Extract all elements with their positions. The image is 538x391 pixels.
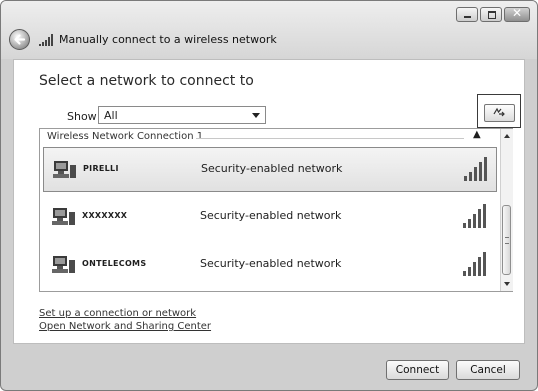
chevron-down-icon xyxy=(252,113,260,118)
network-name: PIRELLI xyxy=(83,164,119,173)
back-button[interactable] xyxy=(9,29,30,50)
content-panel: Select a network to connect to Show All … xyxy=(13,59,525,344)
group-divider xyxy=(196,138,464,139)
signal-strength-icon xyxy=(463,204,486,228)
wireless-signal-icon xyxy=(39,34,53,46)
scroll-thumb[interactable] xyxy=(502,205,511,275)
title-bar: ✕ Manually connect to a wireless network xyxy=(1,1,537,59)
scroll-up-icon[interactable] xyxy=(504,134,510,138)
setup-connection-link[interactable]: Set up a connection or network xyxy=(39,308,196,319)
window-title: Manually connect to a wireless network xyxy=(59,33,277,46)
network-name: ONTELECOMS xyxy=(82,259,147,268)
window-controls: ✕ xyxy=(456,6,530,22)
close-icon: ✕ xyxy=(511,6,523,20)
network-security: Security-enabled network xyxy=(200,257,342,270)
maximize-icon xyxy=(488,11,496,19)
connect-button[interactable]: Connect xyxy=(386,360,449,380)
back-arrow-icon xyxy=(14,34,26,45)
refresh-highlight xyxy=(477,94,521,128)
signal-strength-icon xyxy=(464,157,487,181)
show-label: Show xyxy=(67,110,97,123)
sharing-center-link[interactable]: Open Network and Sharing Center xyxy=(39,321,211,332)
network-item-xxxxxxx[interactable]: XXXXXXX Security-enabled network xyxy=(43,195,497,240)
show-filter-value: All xyxy=(104,109,118,122)
minimize-icon xyxy=(464,16,471,18)
network-computer-icon xyxy=(52,256,75,273)
close-button[interactable]: ✕ xyxy=(504,6,530,22)
network-computer-icon xyxy=(52,208,75,225)
network-name: XXXXXXX xyxy=(82,211,128,220)
signal-strength-icon xyxy=(463,252,486,276)
maximize-button[interactable] xyxy=(480,7,502,22)
collapse-group-button[interactable]: ▲ xyxy=(473,129,481,140)
network-computer-icon xyxy=(53,161,76,178)
network-security: Security-enabled network xyxy=(201,162,343,175)
group-header: Wireless Network Connection 1 xyxy=(47,131,204,142)
wireless-connect-dialog: ✕ Manually connect to a wireless network… xyxy=(0,0,538,391)
list-scrollbar[interactable] xyxy=(500,129,513,291)
refresh-button[interactable] xyxy=(484,104,515,122)
network-item-pirelli[interactable]: PIRELLI Security-enabled network xyxy=(43,147,497,192)
network-item-ontelecoms[interactable]: ONTELECOMS Security-enabled network xyxy=(43,243,497,288)
page-heading: Select a network to connect to xyxy=(39,73,254,89)
show-filter-dropdown[interactable]: All xyxy=(98,106,266,124)
network-security: Security-enabled network xyxy=(200,209,342,222)
network-list: Wireless Network Connection 1 ▲ PIRELLI … xyxy=(39,128,513,292)
scroll-down-icon[interactable] xyxy=(504,282,510,286)
refresh-icon xyxy=(493,107,505,117)
cancel-button[interactable]: Cancel xyxy=(456,360,520,380)
minimize-button[interactable] xyxy=(456,7,478,22)
